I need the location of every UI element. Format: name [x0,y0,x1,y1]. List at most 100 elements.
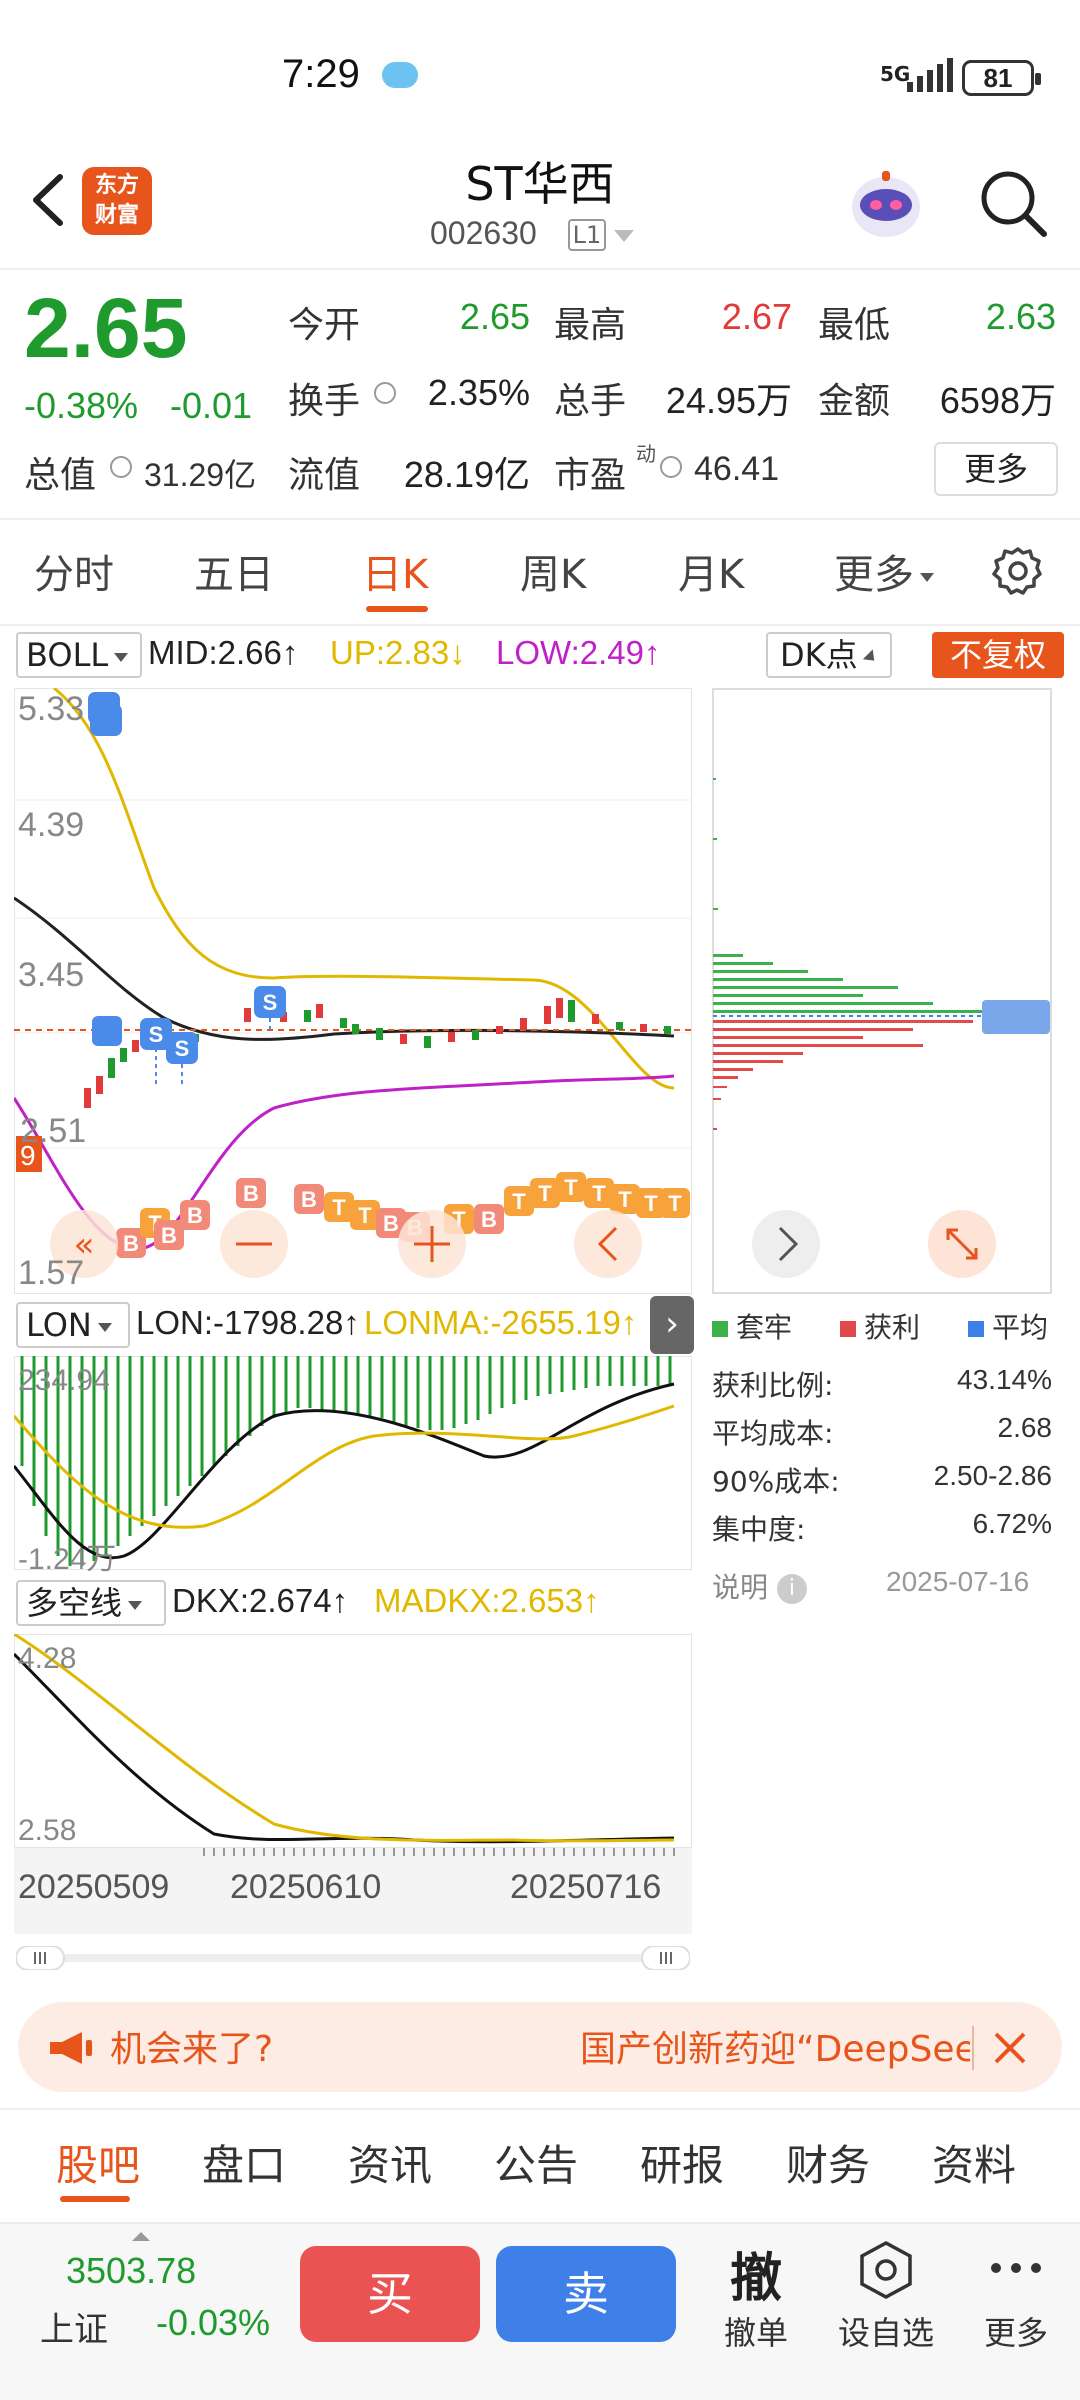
change-percent: -0.38% [24,385,139,426]
svg-text:T: T [332,1195,346,1220]
tab-five-day[interactable]: 五日 [194,542,274,600]
svg-text:S: S [149,1022,164,1047]
turnover-label: 换手 [288,381,361,422]
chevron-up-icon[interactable] [132,2232,150,2241]
madkx-value: MADKX:2.653↑ [374,1582,600,1619]
divider [0,624,1080,626]
next-indicator-button[interactable]: › [650,1296,694,1354]
tab-pankou[interactable]: 盘口 [202,2132,286,2193]
gear-icon[interactable] [990,543,1046,599]
mcap-label: 总值 [24,455,97,496]
svg-text:B: B [301,1187,317,1212]
svg-text:B: B [383,1211,399,1236]
dist-note[interactable]: 说明 i [712,1566,807,1606]
add-watchlist-label[interactable]: 设自选 [826,2308,946,2354]
boll-up: UP:2.83↓ [330,634,466,671]
more-dots-icon[interactable] [988,2256,1044,2280]
tab-intraday[interactable]: 分时 [34,542,114,600]
adjust-button[interactable]: 不复权 [932,632,1064,678]
tab-weekly-k[interactable]: 周K [520,542,586,600]
chevron-down-icon [920,572,934,582]
dist-profit-ratio-value: 43.14% [957,1364,1052,1395]
indicator-selector-lon[interactable]: LON [16,1302,130,1348]
svg-text:T: T [618,1187,632,1212]
svg-text:B: B [481,1207,497,1232]
svg-text:B: B [161,1223,177,1248]
buy-button[interactable]: 买 [300,2246,480,2342]
chevron-down-icon [114,652,129,662]
range-scrollbar[interactable] [16,1946,690,1970]
index-name[interactable]: 上证 [40,2302,108,2351]
tab-guba[interactable]: 股吧 [56,2132,140,2193]
index-change[interactable]: -0.03% [156,2302,270,2344]
turnover-info-icon[interactable] [374,382,396,404]
svg-text:B: B [187,1203,203,1228]
sell-button[interactable]: 卖 [496,2246,676,2342]
svg-text:T: T [592,1181,606,1206]
tab-announcements[interactable]: 公告 [494,2132,578,2193]
tab-research[interactable]: 研报 [640,2132,724,2193]
svg-text:S: S [175,1036,190,1061]
volume-value: 24.95万 [665,380,792,421]
tab-daily-k[interactable]: 日K [362,542,428,600]
add-watchlist-icon[interactable] [858,2240,914,2300]
chip-distribution-chart[interactable] [712,688,1052,1294]
svg-text:T: T [564,1175,578,1200]
status-time: 7:29 [282,52,360,96]
boll-low: LOW:2.49↑ [496,634,661,671]
dist-concentration-label: 集中度: [712,1513,806,1546]
indicator-name: 多空线 [26,1584,123,1622]
svg-text:S: S [263,990,278,1015]
dist-date: 2025-07-16 [886,1566,1030,1597]
mcap-info-icon[interactable] [110,456,132,478]
indicator-selector-dkx[interactable]: 多空线 [16,1580,166,1626]
index-value[interactable]: 3503.78 [66,2250,196,2292]
mcap-value: 31.29亿 [144,457,257,493]
low-label: 最低 [818,305,891,346]
dist-legend-profit: 获利 [840,1306,920,1346]
back-arrow-icon[interactable] [22,165,82,235]
pe-sup: 动 [636,442,656,466]
indicator-name: BOLL [26,636,109,674]
more-actions-label[interactable]: 更多 [956,2308,1076,2354]
lonma-value: LONMA:-2655.19↑ [364,1304,638,1341]
cancel-order-label[interactable]: 撤单 [696,2308,816,2354]
turnover-value: 2.35% [427,372,530,413]
dist-legend-trapped: 套牢 [712,1306,792,1346]
dkx-axis-top: 4.28 [18,1642,77,1675]
indicator-selector-boll[interactable]: BOLL [16,632,142,678]
pe-info-icon[interactable] [660,456,682,478]
level-dropdown-icon[interactable] [614,230,634,242]
y-axis-label-top: 5.33 [18,690,85,728]
y-axis-label-bottom: 1.57 [18,1254,85,1292]
cancel-order-icon[interactable]: 撤 [726,2236,786,2311]
y-axis-label-2: 4.39 [18,806,85,844]
kline-chart[interactable]: S S S B T B B B B T T B B T B T T T T T … [14,688,692,1294]
search-icon[interactable] [978,168,1048,238]
lon-axis-top: 234.94 [18,1364,110,1397]
tab-news[interactable]: 资讯 [348,2132,432,2193]
date-label-start: 20250509 [18,1868,170,1906]
dist-note-label: 说明 [712,1571,769,1604]
tab-monthly-k[interactable]: 月K [678,542,744,600]
dk-point-selector[interactable]: DK点 [766,632,892,678]
y-axis-label-3: 3.45 [18,956,85,994]
stock-code: 002630 [430,215,537,251]
banner-text-left[interactable]: 机会来了? [110,2020,273,2072]
more-quote-button[interactable]: 更多 [934,442,1058,496]
assistant-robot-icon[interactable] [845,165,927,245]
banner-text-right[interactable]: 国产创新药迎“DeepSeek时刻” [580,2020,970,2072]
status-bar: 7:29 5G 81 [0,0,1080,150]
date-label-end: 20250716 [510,1868,662,1906]
brand-logo: 东方 财富 [82,167,152,235]
tab-finance[interactable]: 财务 [786,2132,870,2193]
tab-more[interactable]: 更多 [834,542,934,600]
legend-swatch [840,1321,856,1337]
tab-profile[interactable]: 资料 [932,2132,1016,2193]
level-badge[interactable]: L1 [568,219,606,251]
close-icon[interactable] [990,2028,1030,2068]
dk-label: DK点 [780,636,858,674]
logo-line1: 东方 [94,173,139,198]
info-icon: i [776,1574,807,1604]
float-value: 28.19亿 [403,454,530,495]
